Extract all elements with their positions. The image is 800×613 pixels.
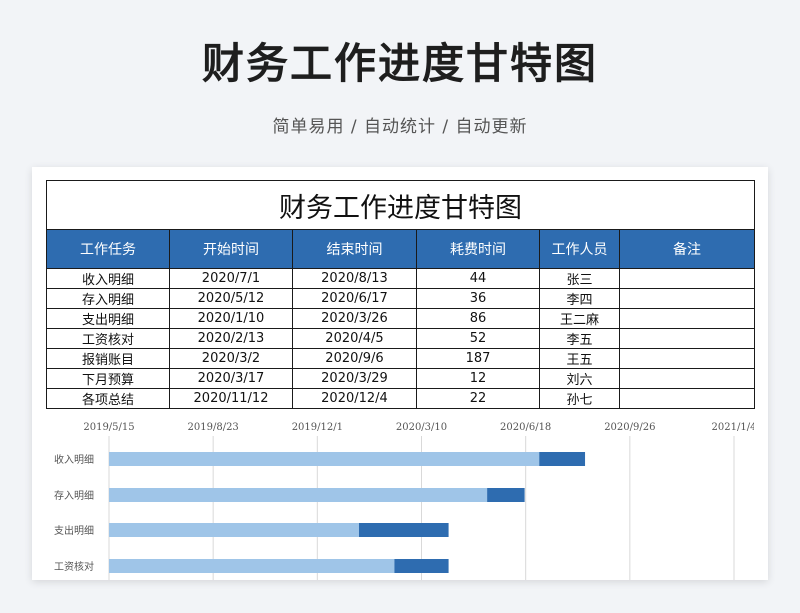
duration-bar (359, 523, 449, 537)
table-row: 支出明细 2020/1/10 2020/3/26 86 王二麻 (46, 308, 756, 329)
cell-note[interactable] (618, 368, 756, 389)
task-table: 财务工作进度甘特图 工作任务 开始时间 结束时间 耗费时间 工作人员 备注 收入… (45, 180, 756, 409)
cell-task[interactable]: 报销账目 (46, 348, 170, 369)
cell-start[interactable]: 2020/1/10 (169, 308, 293, 329)
spreadsheet-card: 财务工作进度甘特图 工作任务 开始时间 结束时间 耗费时间 工作人员 备注 收入… (32, 167, 768, 580)
offset-bar (109, 488, 488, 502)
cell-task[interactable]: 各项总结 (46, 388, 170, 409)
cell-duration[interactable]: 12 (416, 368, 540, 389)
cell-staff[interactable]: 孙七 (539, 388, 620, 409)
cell-duration[interactable]: 52 (416, 328, 540, 349)
table-row: 工资核对 2020/2/13 2020/4/5 52 李五 (46, 328, 756, 349)
category-label: 工资核对 (54, 560, 94, 573)
x-tick-label: 2019/5/15 (83, 422, 134, 433)
x-tick-label: 2019/8/23 (188, 422, 239, 433)
cell-staff[interactable]: 张三 (539, 268, 620, 289)
header-duration[interactable]: 耗费时间 (416, 229, 540, 269)
x-tick-label: 2020/3/10 (396, 422, 447, 433)
page-title: 财务工作进度甘特图 (201, 39, 598, 88)
cell-task[interactable]: 下月预算 (46, 368, 170, 389)
cell-end[interactable]: 2020/3/29 (292, 368, 417, 389)
cell-start[interactable]: 2020/7/1 (169, 268, 293, 289)
gantt-svg: 2019/5/15 2019/8/23 2019/12/1 2020/3/10 2020… (54, 422, 756, 580)
header-note[interactable]: 备注 (618, 229, 756, 269)
header-task[interactable]: 工作任务 (46, 229, 170, 269)
offset-bar (109, 559, 395, 573)
table-row: 存入明细 2020/5/12 2020/6/17 36 李四 (46, 288, 756, 309)
x-tick-label: 2020/9/26 (604, 422, 655, 433)
duration-bar (394, 559, 449, 573)
table-row: 报销账目 2020/3/2 2020/9/6 187 王五 (46, 348, 756, 369)
table-row: 下月预算 2020/3/17 2020/3/29 12 刘六 (46, 368, 756, 389)
cell-start[interactable]: 2020/2/13 (169, 328, 293, 349)
cell-end[interactable]: 2020/9/6 (292, 348, 417, 369)
cell-start[interactable]: 2020/11/12 (169, 388, 293, 409)
header-staff[interactable]: 工作人员 (539, 229, 620, 269)
x-tick-label: 2021/1/4 (712, 422, 754, 433)
cell-duration[interactable]: 36 (416, 288, 540, 309)
cell-note[interactable] (618, 268, 756, 289)
x-tick-label: 2020/6/18 (500, 422, 551, 433)
cell-staff[interactable]: 刘六 (539, 368, 620, 389)
header-row: 工作任务 开始时间 结束时间 耗费时间 工作人员 备注 (46, 229, 756, 269)
header-start[interactable]: 开始时间 (169, 229, 293, 269)
cell-duration[interactable]: 22 (416, 388, 540, 409)
cell-duration[interactable]: 187 (416, 348, 540, 369)
cell-note[interactable] (618, 308, 756, 329)
cell-staff[interactable]: 王二麻 (539, 308, 620, 329)
cell-start[interactable]: 2020/5/12 (169, 288, 293, 309)
cell-note[interactable] (618, 328, 756, 349)
cell-task[interactable]: 支出明细 (46, 308, 170, 329)
table-row: 各项总结 2020/11/12 2020/12/4 22 孙七 (46, 388, 756, 409)
offset-bar (109, 452, 540, 466)
cell-note[interactable] (618, 348, 756, 369)
cell-staff[interactable]: 王五 (539, 348, 620, 369)
cell-end[interactable]: 2020/6/17 (292, 288, 417, 309)
page-subtitle: 简单易用 / 自动统计 / 自动更新 (272, 117, 528, 137)
cell-task[interactable]: 工资核对 (46, 328, 170, 349)
x-tick-label: 2019/12/1 (292, 422, 343, 433)
cell-task[interactable]: 存入明细 (46, 288, 170, 309)
cell-end[interactable]: 2020/3/26 (292, 308, 417, 329)
sheet-title: 财务工作进度甘特图 (45, 180, 756, 230)
category-label: 存入明细 (54, 489, 94, 502)
header-end[interactable]: 结束时间 (292, 229, 417, 269)
duration-bar (539, 452, 586, 466)
gantt-chart[interactable]: 2019/5/15 2019/8/23 2019/12/1 2020/3/10 2020… (46, 414, 756, 580)
cell-start[interactable]: 2020/3/17 (169, 368, 293, 389)
cell-end[interactable]: 2020/8/13 (292, 268, 417, 289)
table-row: 收入明细 2020/7/1 2020/8/13 44 张三 (46, 268, 756, 289)
offset-bar (109, 523, 359, 537)
category-label: 收入明细 (54, 453, 94, 466)
cell-duration[interactable]: 86 (416, 308, 540, 329)
cell-start[interactable]: 2020/3/2 (169, 348, 293, 369)
cell-end[interactable]: 2020/4/5 (292, 328, 417, 349)
cell-task[interactable]: 收入明细 (46, 268, 170, 289)
cell-note[interactable] (618, 288, 756, 309)
cell-note[interactable] (618, 388, 756, 409)
cell-end[interactable]: 2020/12/4 (292, 388, 417, 409)
cell-staff[interactable]: 李五 (539, 328, 620, 349)
duration-bar (487, 488, 525, 502)
category-label: 支出明细 (54, 524, 94, 537)
cell-staff[interactable]: 李四 (539, 288, 620, 309)
cell-duration[interactable]: 44 (416, 268, 540, 289)
